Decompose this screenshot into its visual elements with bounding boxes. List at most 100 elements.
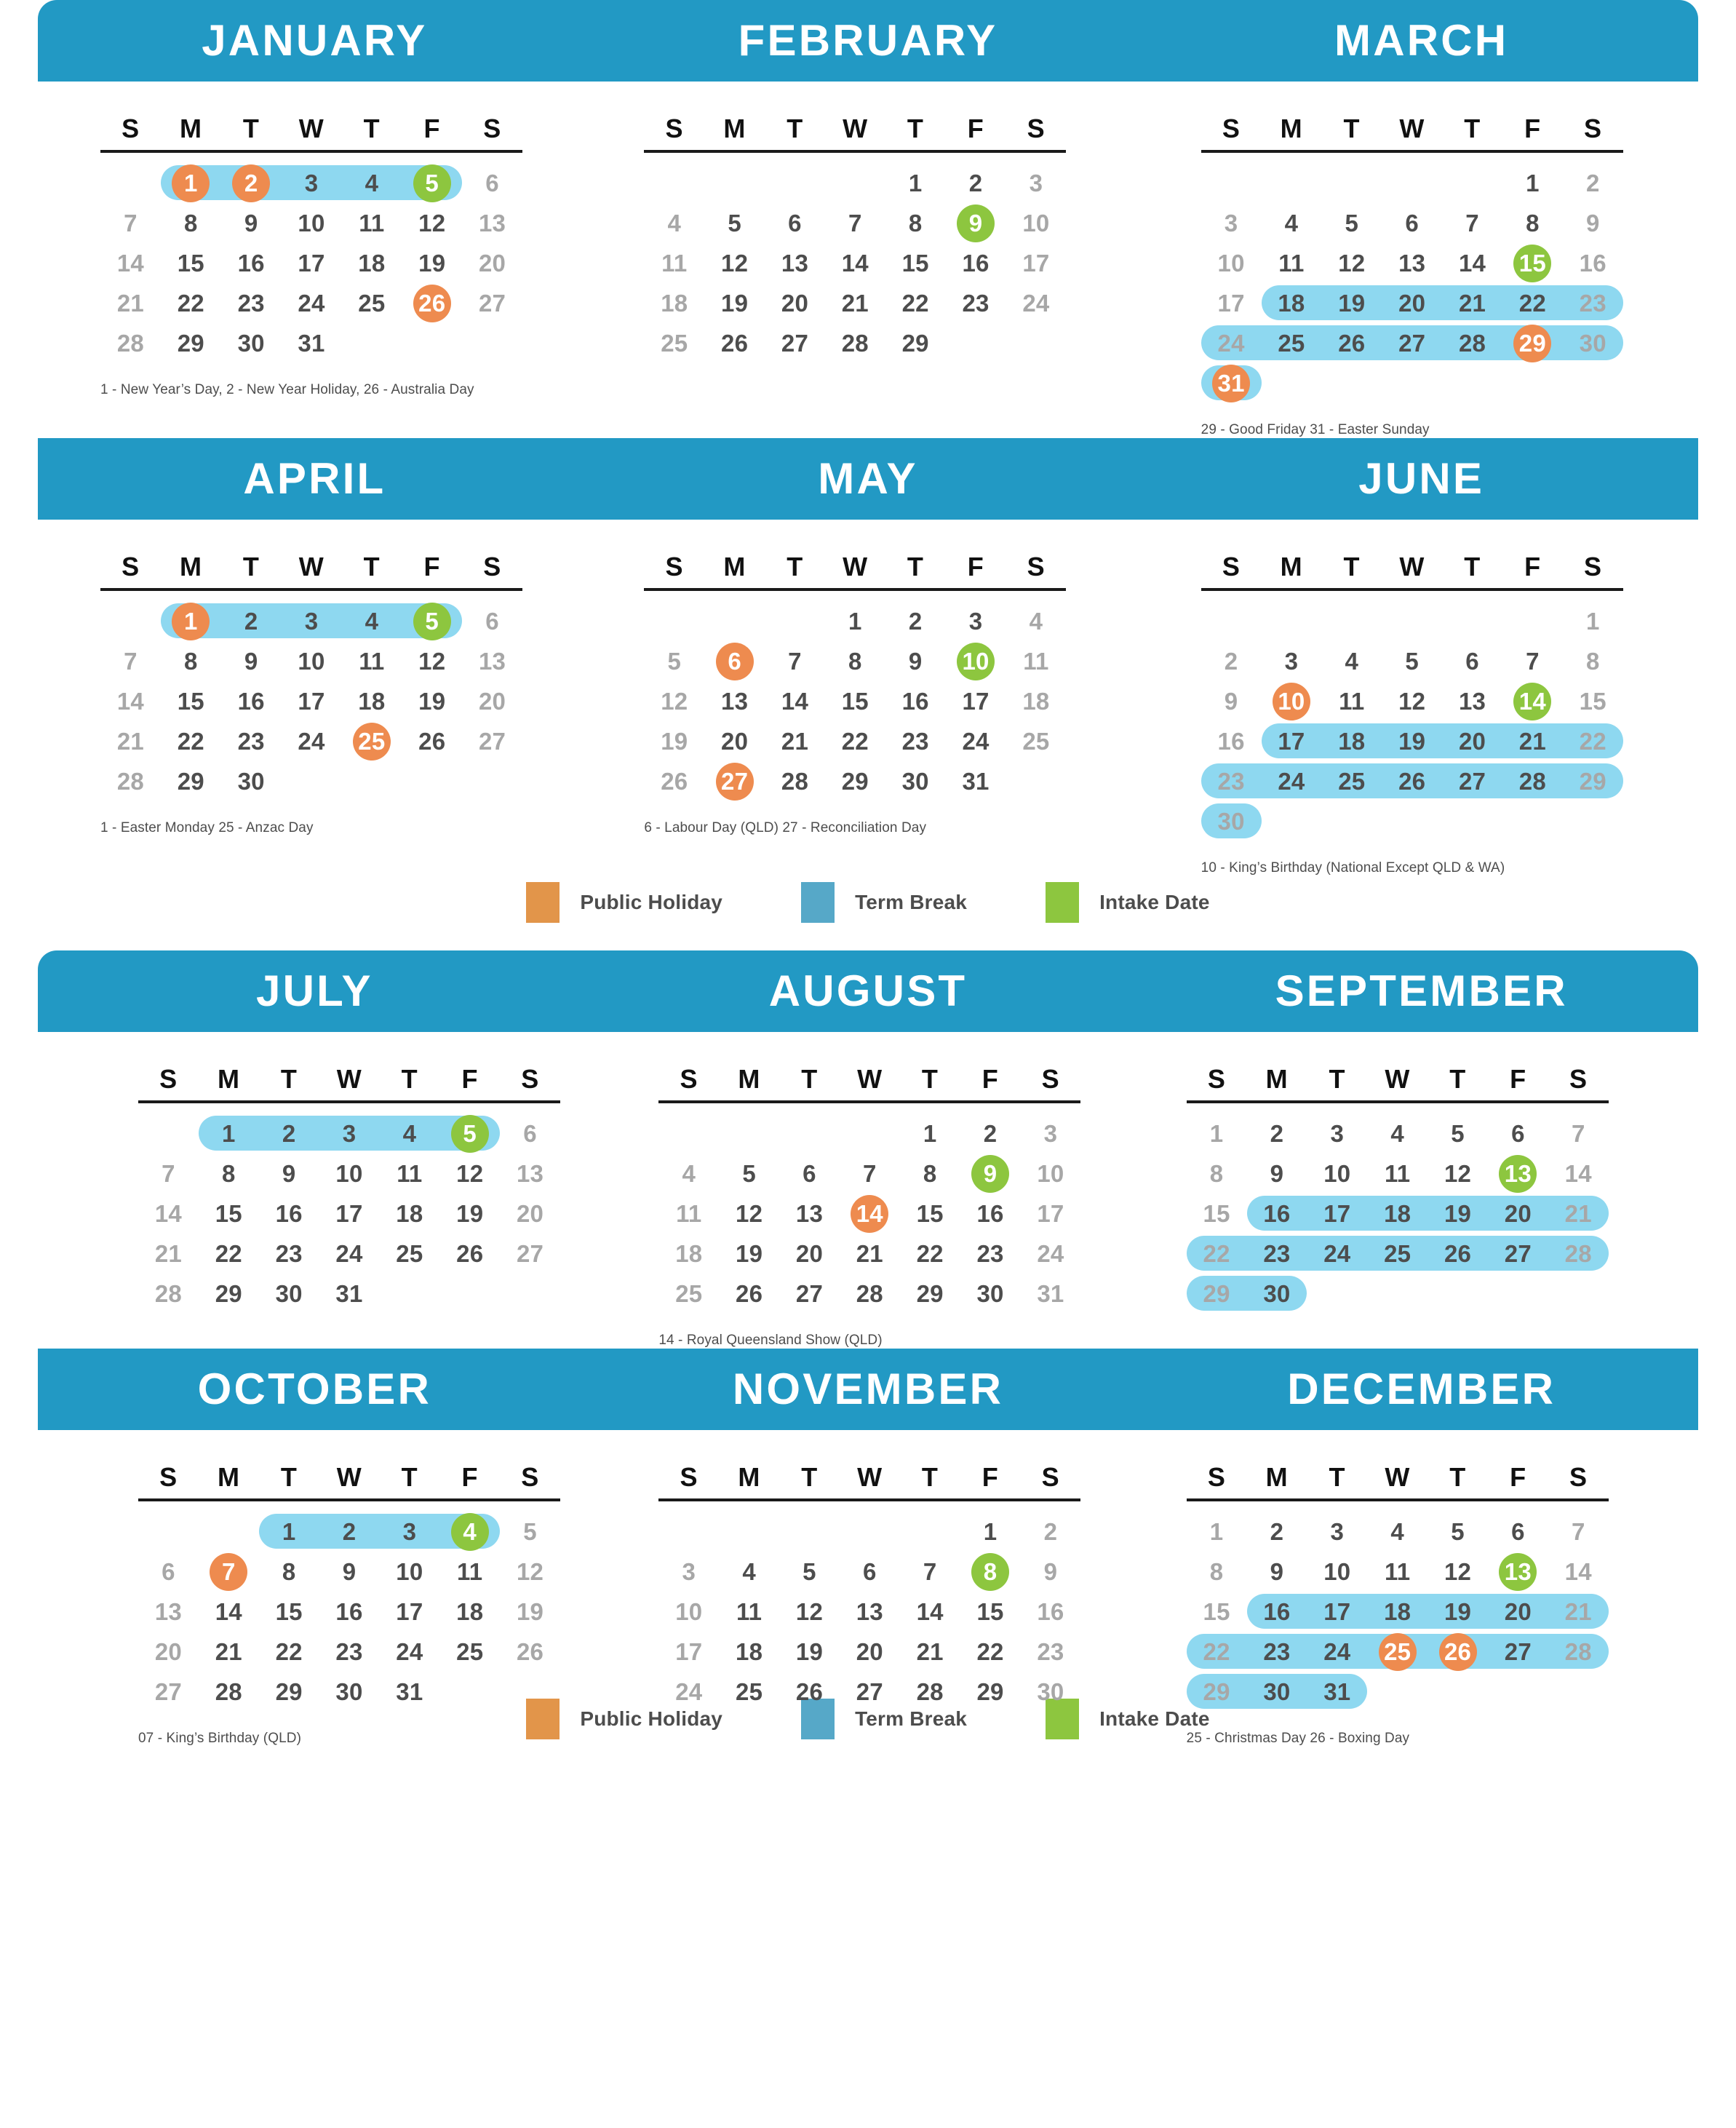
- day-cell[interactable]: 8: [1187, 1552, 1247, 1592]
- day-cell[interactable]: 13: [462, 203, 522, 243]
- day-cell[interactable]: 14: [1548, 1154, 1609, 1194]
- day-cell[interactable]: 27: [1382, 323, 1442, 363]
- day-cell[interactable]: 2: [1247, 1512, 1307, 1552]
- day-cell[interactable]: 1: [825, 601, 885, 641]
- day-cell[interactable]: 10: [1006, 203, 1066, 243]
- day-cell[interactable]: 9: [1563, 203, 1623, 243]
- day-cell[interactable]: 17: [1006, 243, 1066, 283]
- day-cell[interactable]: 24: [658, 1672, 719, 1712]
- day-cell[interactable]: 3: [1307, 1113, 1367, 1154]
- day-cell[interactable]: 28: [100, 323, 161, 363]
- day-cell[interactable]: 6: [1442, 641, 1502, 681]
- day-cell[interactable]: 31: [1307, 1672, 1367, 1712]
- day-cell[interactable]: 24: [1262, 761, 1322, 801]
- day-cell[interactable]: 30: [319, 1672, 380, 1712]
- day-cell[interactable]: 19: [500, 1592, 560, 1632]
- day-cell[interactable]: 7: [900, 1552, 960, 1592]
- day-cell[interactable]: 12: [779, 1592, 840, 1632]
- day-cell[interactable]: 29: [199, 1274, 259, 1314]
- day-cell[interactable]: 26: [1428, 1234, 1488, 1274]
- day-cell[interactable]: 22: [199, 1234, 259, 1274]
- day-cell[interactable]: 7: [1442, 203, 1502, 243]
- day-cell[interactable]: 22: [825, 721, 885, 761]
- day-cell[interactable]: 24: [319, 1234, 380, 1274]
- day-cell[interactable]: 12: [719, 1194, 779, 1234]
- day-cell[interactable]: 3: [1006, 163, 1066, 203]
- day-cell[interactable]: 17: [282, 681, 342, 721]
- day-cell[interactable]: 28: [1548, 1234, 1609, 1274]
- day-cell[interactable]: 26: [1321, 323, 1382, 363]
- day-cell[interactable]: 4: [439, 1512, 500, 1552]
- day-cell[interactable]: 19: [644, 721, 704, 761]
- day-cell[interactable]: 28: [199, 1672, 259, 1712]
- day-cell[interactable]: 11: [341, 203, 402, 243]
- day-cell[interactable]: 9: [885, 641, 946, 681]
- day-cell[interactable]: 18: [1006, 681, 1066, 721]
- day-cell[interactable]: 21: [100, 721, 161, 761]
- day-cell[interactable]: 27: [779, 1274, 840, 1314]
- day-cell[interactable]: 22: [259, 1632, 319, 1672]
- day-cell[interactable]: 4: [644, 203, 704, 243]
- day-cell[interactable]: 12: [439, 1154, 500, 1194]
- day-cell[interactable]: 12: [402, 203, 462, 243]
- day-cell[interactable]: 24: [282, 283, 342, 323]
- day-cell[interactable]: 20: [840, 1632, 900, 1672]
- day-cell[interactable]: 15: [825, 681, 885, 721]
- day-cell[interactable]: 17: [658, 1632, 719, 1672]
- day-cell[interactable]: 19: [719, 1234, 779, 1274]
- day-cell[interactable]: 23: [1020, 1632, 1080, 1672]
- day-cell[interactable]: 29: [885, 323, 946, 363]
- day-cell[interactable]: 9: [960, 1154, 1021, 1194]
- day-cell[interactable]: 16: [1563, 243, 1623, 283]
- day-cell[interactable]: 17: [379, 1592, 439, 1632]
- day-cell[interactable]: 7: [100, 203, 161, 243]
- day-cell[interactable]: 14: [900, 1592, 960, 1632]
- day-cell[interactable]: 21: [840, 1234, 900, 1274]
- day-cell[interactable]: 5: [1428, 1113, 1488, 1154]
- day-cell[interactable]: 29: [259, 1672, 319, 1712]
- day-cell[interactable]: 31: [946, 761, 1006, 801]
- day-cell[interactable]: 8: [1563, 641, 1623, 681]
- day-cell[interactable]: 30: [259, 1274, 319, 1314]
- day-cell[interactable]: 22: [1502, 283, 1563, 323]
- day-cell[interactable]: 4: [658, 1154, 719, 1194]
- day-cell[interactable]: 6: [1382, 203, 1442, 243]
- day-cell[interactable]: 14: [765, 681, 825, 721]
- day-cell[interactable]: 13: [500, 1154, 560, 1194]
- day-cell[interactable]: 22: [161, 721, 221, 761]
- day-cell[interactable]: 28: [1548, 1632, 1609, 1672]
- day-cell[interactable]: 19: [779, 1632, 840, 1672]
- day-cell[interactable]: 9: [1201, 681, 1262, 721]
- day-cell[interactable]: 26: [779, 1672, 840, 1712]
- day-cell[interactable]: 10: [1307, 1552, 1367, 1592]
- day-cell[interactable]: 14: [100, 681, 161, 721]
- day-cell[interactable]: 8: [885, 203, 946, 243]
- day-cell[interactable]: 6: [1488, 1113, 1548, 1154]
- day-cell[interactable]: 23: [221, 721, 282, 761]
- day-cell[interactable]: 28: [825, 323, 885, 363]
- day-cell[interactable]: 1: [199, 1113, 259, 1154]
- day-cell[interactable]: 3: [1201, 203, 1262, 243]
- day-cell[interactable]: 26: [719, 1274, 779, 1314]
- day-cell[interactable]: 11: [1367, 1154, 1428, 1194]
- day-cell[interactable]: 30: [1201, 801, 1262, 841]
- day-cell[interactable]: 12: [644, 681, 704, 721]
- day-cell[interactable]: 5: [704, 203, 765, 243]
- day-cell[interactable]: 3: [1020, 1113, 1080, 1154]
- day-cell[interactable]: 19: [402, 243, 462, 283]
- day-cell[interactable]: 8: [259, 1552, 319, 1592]
- day-cell[interactable]: 15: [1563, 681, 1623, 721]
- day-cell[interactable]: 1: [259, 1512, 319, 1552]
- day-cell[interactable]: 17: [1020, 1194, 1080, 1234]
- day-cell[interactable]: 19: [1382, 721, 1442, 761]
- day-cell[interactable]: 6: [704, 641, 765, 681]
- day-cell[interactable]: 14: [825, 243, 885, 283]
- day-cell[interactable]: 25: [1367, 1234, 1428, 1274]
- day-cell[interactable]: 26: [439, 1234, 500, 1274]
- day-cell[interactable]: 11: [719, 1592, 779, 1632]
- day-cell[interactable]: 21: [825, 283, 885, 323]
- day-cell[interactable]: 25: [1006, 721, 1066, 761]
- day-cell[interactable]: 7: [1502, 641, 1563, 681]
- day-cell[interactable]: 26: [1428, 1632, 1488, 1672]
- day-cell[interactable]: 17: [1307, 1194, 1367, 1234]
